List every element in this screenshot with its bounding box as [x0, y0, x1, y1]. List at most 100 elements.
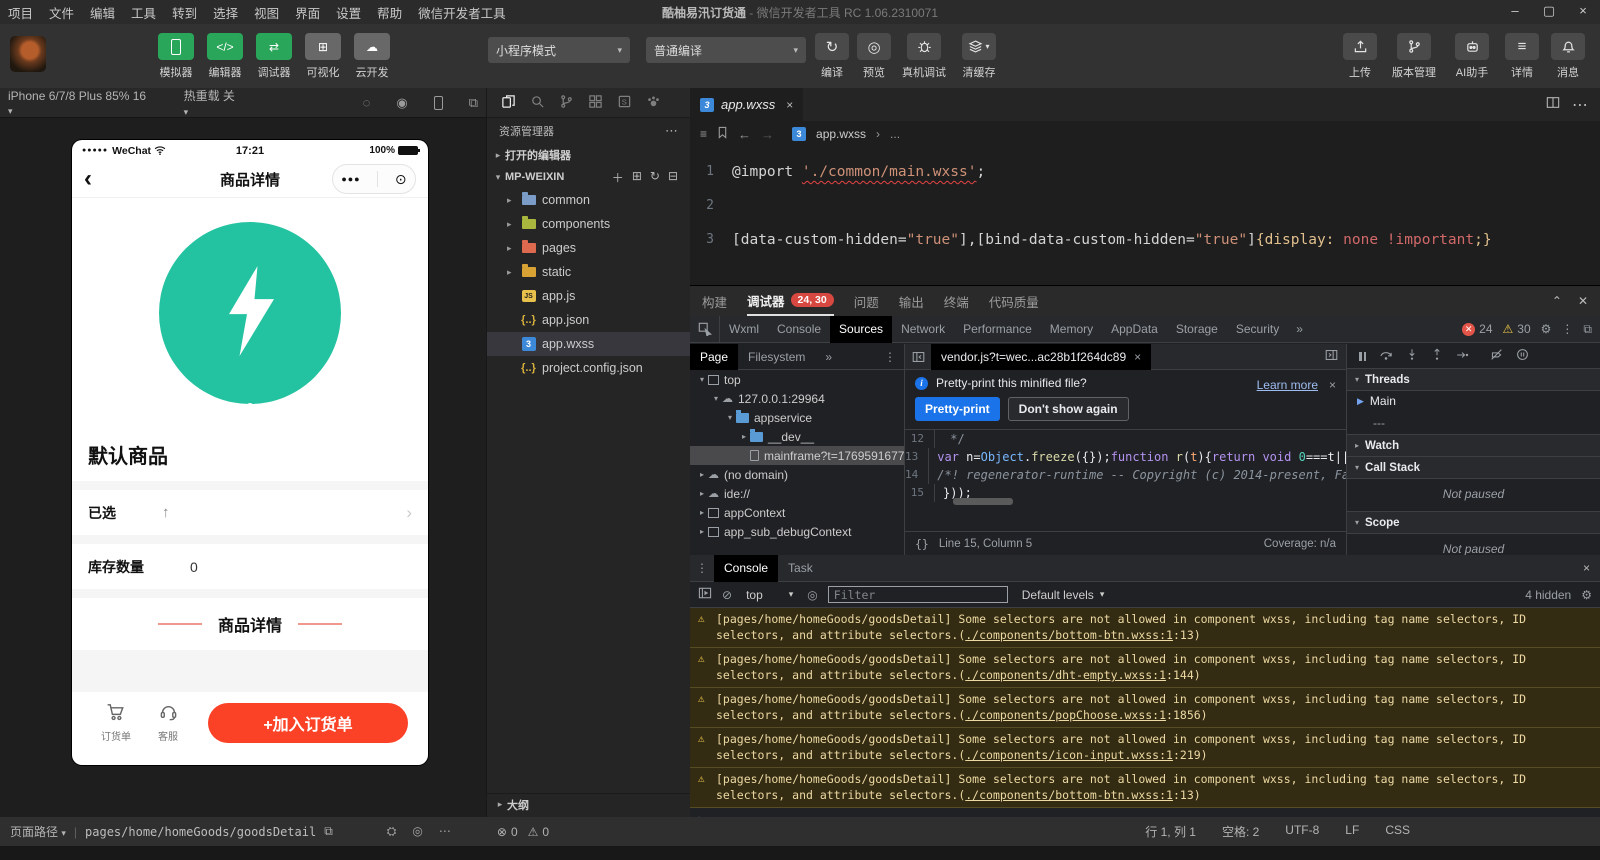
call-stack-section[interactable]: ▾ Call Stack	[1347, 457, 1600, 479]
more-tabs-icon[interactable]: »	[815, 344, 842, 370]
step-icon[interactable]	[1456, 349, 1469, 364]
open-editors-section[interactable]: ▸ 打开的编辑器	[487, 144, 690, 166]
editor-toggle-button[interactable]: </> 编辑器	[205, 33, 245, 80]
settings-gear-icon[interactable]: ⚙	[1541, 322, 1552, 336]
threads-section[interactable]: ▾ Threads	[1347, 369, 1600, 391]
clear-console-icon[interactable]: ⊘	[722, 588, 732, 602]
search-icon[interactable]	[530, 94, 545, 112]
pause-on-exceptions-icon[interactable]	[1516, 348, 1529, 364]
thread-main[interactable]: ▶ Main	[1347, 391, 1600, 411]
drag-handle-icon[interactable]: ⋮	[690, 561, 714, 575]
visualize-toggle-button[interactable]: ⊞ 可视化	[303, 33, 343, 80]
deactivate-breakpoints-icon[interactable]	[1490, 348, 1503, 364]
code-line[interactable]: 13 var n=Object.freeze({});function r(t){…	[905, 448, 1346, 466]
device-frame-icon[interactable]	[433, 95, 443, 111]
kebab-menu-icon[interactable]: ⋮	[1561, 322, 1573, 336]
preview-button[interactable]: ◎ 预览	[856, 33, 892, 80]
menu-item[interactable]: 微信开发者工具	[410, 7, 514, 21]
status-item[interactable]: LF	[1345, 823, 1359, 840]
source-tree-item[interactable]: ▸ appContext	[690, 503, 904, 522]
multi-window-icon[interactable]: ⧉	[469, 95, 478, 111]
code-lines[interactable]: 1 @import './common/main.wxss'; 2 3 [data-cu…	[690, 147, 1600, 257]
maximize-button[interactable]: ▢	[1532, 0, 1566, 24]
context-select[interactable]: top ▾	[742, 588, 797, 602]
vendor-code[interactable]: 12 */13 var n=Object.freeze({});function …	[905, 430, 1346, 531]
copy-icon[interactable]: ⧉	[324, 824, 333, 839]
tab-filesystem[interactable]: Filesystem	[738, 344, 815, 370]
horizontal-scrollbar[interactable]	[953, 498, 1013, 505]
editor-tab-app-wxss[interactable]: 3 app.wxss ×	[690, 88, 804, 121]
version-control-button[interactable]: 版本管理	[1388, 33, 1440, 80]
console-settings-gear-icon[interactable]: ⚙	[1581, 588, 1592, 602]
ai-assistant-button[interactable]: AI助手	[1450, 33, 1494, 80]
source-link[interactable]: ./components/bottom-btn.wxss:1	[965, 628, 1173, 642]
devtools-tab-Console[interactable]: Console	[768, 316, 830, 343]
avatar[interactable]	[10, 36, 46, 72]
outline-section[interactable]: ▸ 大纲	[487, 793, 690, 815]
upload-button[interactable]: 上传	[1342, 33, 1378, 80]
compile-condition-icon[interactable]: ⛭	[387, 824, 397, 839]
debugger-tab-问题[interactable]: 问题	[854, 286, 879, 316]
tab-page[interactable]: Page	[690, 343, 739, 370]
record-icon[interactable]: ◉	[396, 95, 407, 111]
back-arrow-icon[interactable]: ←	[738, 127, 751, 142]
tab-console[interactable]: Console	[714, 554, 779, 582]
tree-item-components[interactable]: ▸ components	[487, 212, 690, 236]
source-tree-item[interactable]: ▾ ☁ 127.0.0.1:29964	[690, 389, 904, 408]
devtools-tab-Network[interactable]: Network	[892, 316, 954, 343]
debugger-tab-代码质量[interactable]: 代码质量	[989, 286, 1039, 316]
target-icon[interactable]: ◎	[412, 824, 422, 839]
refresh-icon[interactable]: ↻	[650, 169, 660, 186]
project-section[interactable]: ▾ MP-WEIXIN ＋ ⊞ ↻ ⊟	[487, 166, 690, 188]
device-debug-button[interactable]: 真机调试	[898, 33, 950, 80]
devtools-tab-Performance[interactable]: Performance	[954, 316, 1041, 343]
rotate-icon[interactable]: ◌	[363, 95, 371, 110]
tree-item-project.config.json[interactable]: {..} project.config.json	[487, 356, 690, 380]
status-item[interactable]: 行 1, 列 1	[1145, 823, 1196, 840]
more-tabs-icon[interactable]: »	[1288, 322, 1311, 336]
new-file-icon[interactable]: ＋	[612, 169, 624, 186]
files-icon[interactable]	[501, 94, 516, 112]
extensions-icon[interactable]	[588, 94, 603, 112]
code-line[interactable]: 2	[690, 189, 1600, 223]
menu-item[interactable]: 界面	[287, 7, 328, 21]
step-into-icon[interactable]	[1406, 348, 1418, 364]
simulator-toggle-button[interactable]: 模拟器	[156, 33, 196, 80]
code-line[interactable]: 1 @import './common/main.wxss';	[690, 155, 1600, 189]
devtools-tab-AppData[interactable]: AppData	[1102, 316, 1167, 343]
add-to-order-button[interactable]: +加入订货单	[208, 703, 408, 743]
source-link[interactable]: ./components/dht-empty.wxss:1	[965, 668, 1166, 682]
learn-more-link[interactable]: Learn more	[1257, 378, 1318, 392]
source-tree-item[interactable]: ▾ top	[690, 370, 904, 389]
console-sidebar-icon[interactable]	[698, 587, 712, 602]
menu-item[interactable]: 视图	[246, 7, 287, 21]
tab-overflow-icon[interactable]	[1325, 349, 1346, 364]
menu-item[interactable]: 选择	[205, 7, 246, 21]
collapse-panel-icon[interactable]: ⌃	[1552, 294, 1562, 308]
debugger-tab-调试器[interactable]: 调试器 24, 30	[747, 286, 834, 316]
tree-item-app.js[interactable]: JS app.js	[487, 284, 690, 308]
menu-item[interactable]: 文件	[41, 7, 82, 21]
eye-icon[interactable]: ◎	[807, 588, 817, 602]
hot-reload-toggle[interactable]: 热重载 关 ▾	[184, 87, 243, 118]
step-over-icon[interactable]	[1379, 349, 1393, 364]
kebab-menu-icon[interactable]: ⋮	[884, 350, 904, 364]
source-link[interactable]: ./components/popChoose.wxss:1	[965, 708, 1166, 722]
debugger-toggle-button[interactable]: ⇄ 调试器	[254, 33, 294, 80]
details-button[interactable]: ≡ 详情	[1504, 33, 1540, 80]
collapse-all-icon[interactable]: ⊟	[668, 169, 678, 186]
dock-side-icon[interactable]: ⧉	[1583, 322, 1592, 337]
braces-icon[interactable]: {}	[915, 537, 929, 551]
selected-row[interactable]: 已选 ↑ ›	[72, 490, 428, 535]
order-list-button[interactable]: 订货单	[90, 703, 142, 743]
outline-list-icon[interactable]: ≡	[700, 127, 707, 141]
code-line[interactable]: 3 [data-custom-hidden="true"],[bind-data-…	[690, 223, 1600, 257]
devtools-tab-Sources[interactable]: Sources	[830, 315, 893, 343]
debugger-tab-构建[interactable]: 构建	[702, 286, 727, 316]
tab-task[interactable]: Task	[778, 555, 823, 582]
source-link[interactable]: ./components/bottom-btn.wxss:1	[965, 788, 1173, 802]
more-dots-icon[interactable]: ●●●	[341, 174, 360, 184]
status-item[interactable]: 空格: 2	[1222, 823, 1259, 840]
paw-icon[interactable]	[646, 94, 661, 112]
devtools-tab-Storage[interactable]: Storage	[1167, 316, 1227, 343]
